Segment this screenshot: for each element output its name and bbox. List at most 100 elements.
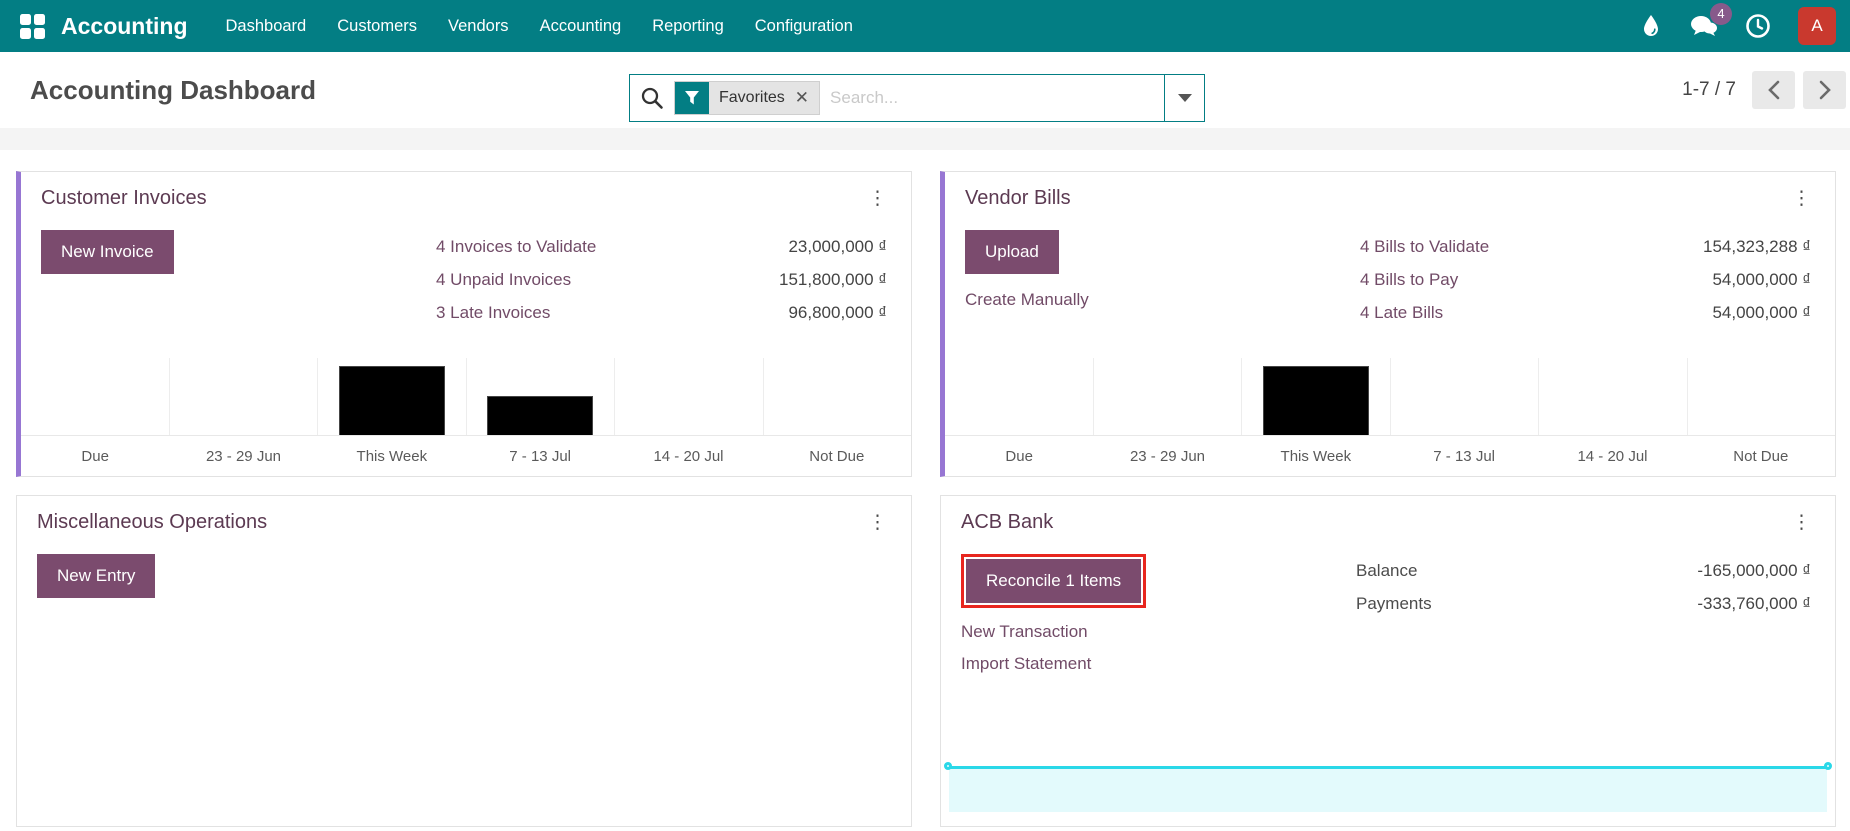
customer-invoices-card: Customer Invoices ⋮ New Invoice 4 Invoic… (16, 171, 912, 477)
chart-axis-label: 14 - 20 Jul (653, 447, 724, 465)
search-input[interactable] (830, 88, 1154, 108)
stat-value: -333,760,000 ₫ (1697, 594, 1811, 613)
chart-column (945, 358, 1094, 435)
chart-column (170, 358, 318, 435)
misc-operations-card: Miscellaneous Operations ⋮ New Entry (16, 495, 912, 827)
chart-column (764, 358, 912, 435)
chart-column (21, 358, 170, 435)
card-title: Vendor Bills (965, 187, 1071, 209)
nav-item-reporting[interactable]: Reporting (652, 13, 724, 40)
invoices-to-validate-link[interactable]: 4 Invoices to Validate (436, 230, 596, 263)
nav-item-accounting[interactable]: Accounting (540, 13, 622, 40)
upload-button[interactable]: Upload (965, 230, 1059, 274)
search-icon (641, 87, 663, 109)
search-bar: Favorites ✕ (629, 74, 1205, 122)
late-invoices-link[interactable]: 3 Late Invoices (436, 296, 550, 329)
highlight-annotation-box: Reconcile 1 Items (961, 554, 1147, 608)
chart-column (1539, 358, 1688, 435)
chart-bar (338, 366, 445, 435)
stat-row: 4 Unpaid Invoices 151,800,000 ₫ (436, 263, 887, 296)
stat-row: 3 Late Invoices 96,800,000 ₫ (436, 296, 887, 329)
chart-column (467, 358, 615, 435)
chart-column (615, 358, 764, 435)
chart-bar (487, 396, 594, 435)
dashboard-grid: Customer Invoices ⋮ New Invoice 4 Invoic… (0, 150, 1850, 827)
chart-axis-label: 7 - 13 Jul (1433, 447, 1495, 465)
kebab-menu-icon[interactable]: ⋮ (1786, 511, 1817, 534)
stat-value: 23,000,000 ₫ (788, 237, 887, 256)
kebab-menu-icon[interactable]: ⋮ (1786, 187, 1817, 210)
card-title: ACB Bank (961, 511, 1054, 533)
stat-row: 4 Invoices to Validate 23,000,000 ₫ (436, 230, 887, 263)
chart-axis-label: 23 - 29 Jun (205, 447, 282, 465)
vendor-bills-card: Vendor Bills ⋮ Upload Create Manually 4 … (940, 171, 1836, 477)
new-invoice-button[interactable]: New Invoice (41, 230, 174, 274)
chart-axis-label: This Week (1280, 447, 1352, 465)
nav-item-vendors[interactable]: Vendors (448, 13, 509, 40)
chart-column (1688, 358, 1836, 435)
activities-clock-icon[interactable] (1745, 13, 1771, 39)
reconcile-items-button[interactable]: Reconcile 1 Items (966, 559, 1142, 603)
nav-item-customers[interactable]: Customers (337, 13, 417, 40)
pager-next-button[interactable] (1803, 71, 1846, 109)
chart-column (1242, 358, 1391, 435)
nav-item-configuration[interactable]: Configuration (755, 13, 853, 40)
stat-value: 54,000,000 ₫ (1712, 303, 1811, 322)
pager: 1-7 / 7 (1682, 71, 1846, 109)
stat-row: 4 Bills to Validate 154,323,288 ₫ (1360, 230, 1811, 263)
bills-to-pay-link[interactable]: 4 Bills to Pay (1360, 263, 1458, 296)
page-title: Accounting Dashboard (30, 74, 317, 105)
main-menu: Dashboard Customers Vendors Accounting R… (226, 13, 853, 40)
control-panel: Accounting Dashboard Favorites ✕ 1-7 / 7 (0, 52, 1850, 128)
top-navbar: Accounting Dashboard Customers Vendors A… (0, 0, 1850, 52)
stat-value: 154,323,288 ₫ (1703, 237, 1811, 256)
user-avatar[interactable]: A (1798, 7, 1836, 45)
bank-balance-graph (944, 762, 1832, 812)
app-name[interactable]: Accounting (61, 13, 188, 40)
bills-to-validate-link[interactable]: 4 Bills to Validate (1360, 230, 1489, 263)
new-entry-button[interactable]: New Entry (37, 554, 156, 598)
stat-value: 151,800,000 ₫ (779, 270, 887, 289)
chevron-right-icon (1819, 80, 1831, 100)
late-bills-link[interactable]: 4 Late Bills (1360, 296, 1443, 329)
search-dropdown-toggle[interactable] (1164, 75, 1204, 121)
acb-bank-card: ACB Bank ⋮ Reconcile 1 Items New Transac… (940, 495, 1836, 827)
bills-due-chart[interactable]: Due 23 - 29 Jun This Week 7 - 13 Jul 14 - 20… (945, 358, 1835, 476)
chart-axis-label: Due (81, 447, 109, 465)
balance-label: Balance (1356, 561, 1418, 580)
facet-remove-icon[interactable]: ✕ (795, 88, 809, 108)
selection-handle-right[interactable] (1824, 762, 1832, 770)
bill-stats: 4 Bills to Validate 154,323,288 ₫ 4 Bill… (1360, 230, 1811, 329)
stat-row: 4 Late Bills 54,000,000 ₫ (1360, 296, 1811, 329)
caret-down-icon (1177, 94, 1192, 102)
chart-axis-label: 14 - 20 Jul (1577, 447, 1648, 465)
selection-handle-left[interactable] (944, 762, 952, 770)
filter-funnel-icon (675, 82, 709, 114)
messages-icon[interactable]: 4 (1688, 3, 1732, 38)
new-transaction-link[interactable]: New Transaction (961, 622, 1356, 642)
pager-range: 1-7 / 7 (1682, 79, 1736, 100)
drop-icon[interactable] (1641, 14, 1661, 38)
chart-axis-label: This Week (356, 447, 428, 465)
navbar-systray: 4 A (1641, 3, 1836, 45)
panel-divider-band (0, 128, 1850, 150)
card-title: Miscellaneous Operations (37, 511, 268, 533)
create-manually-link[interactable]: Create Manually (965, 290, 1089, 310)
kebab-menu-icon[interactable]: ⋮ (862, 511, 893, 534)
bank-stats: Balance -165,000,000 ₫ Payments -333,760… (1356, 554, 1811, 674)
payments-label: Payments (1356, 594, 1432, 613)
stat-row: 4 Bills to Pay 54,000,000 ₫ (1360, 263, 1811, 296)
chart-bar (1262, 366, 1369, 435)
chart-axis-label: Not Due (809, 447, 865, 465)
invoices-due-chart[interactable]: Due 23 - 29 Jun This Week 7 - 13 Jul 14 - 20… (21, 358, 911, 476)
pager-previous-button[interactable] (1752, 71, 1795, 109)
kebab-menu-icon[interactable]: ⋮ (862, 187, 893, 210)
import-statement-link[interactable]: Import Statement (961, 654, 1356, 674)
nav-item-dashboard[interactable]: Dashboard (226, 13, 307, 40)
unpaid-invoices-link[interactable]: 4 Unpaid Invoices (436, 263, 571, 296)
facet-label: Favorites (719, 89, 785, 106)
chart-column (1094, 358, 1242, 435)
favorites-facet[interactable]: Favorites ✕ (674, 81, 821, 115)
apps-menu-icon[interactable] (20, 13, 45, 39)
stat-value: -165,000,000 ₫ (1697, 561, 1811, 580)
